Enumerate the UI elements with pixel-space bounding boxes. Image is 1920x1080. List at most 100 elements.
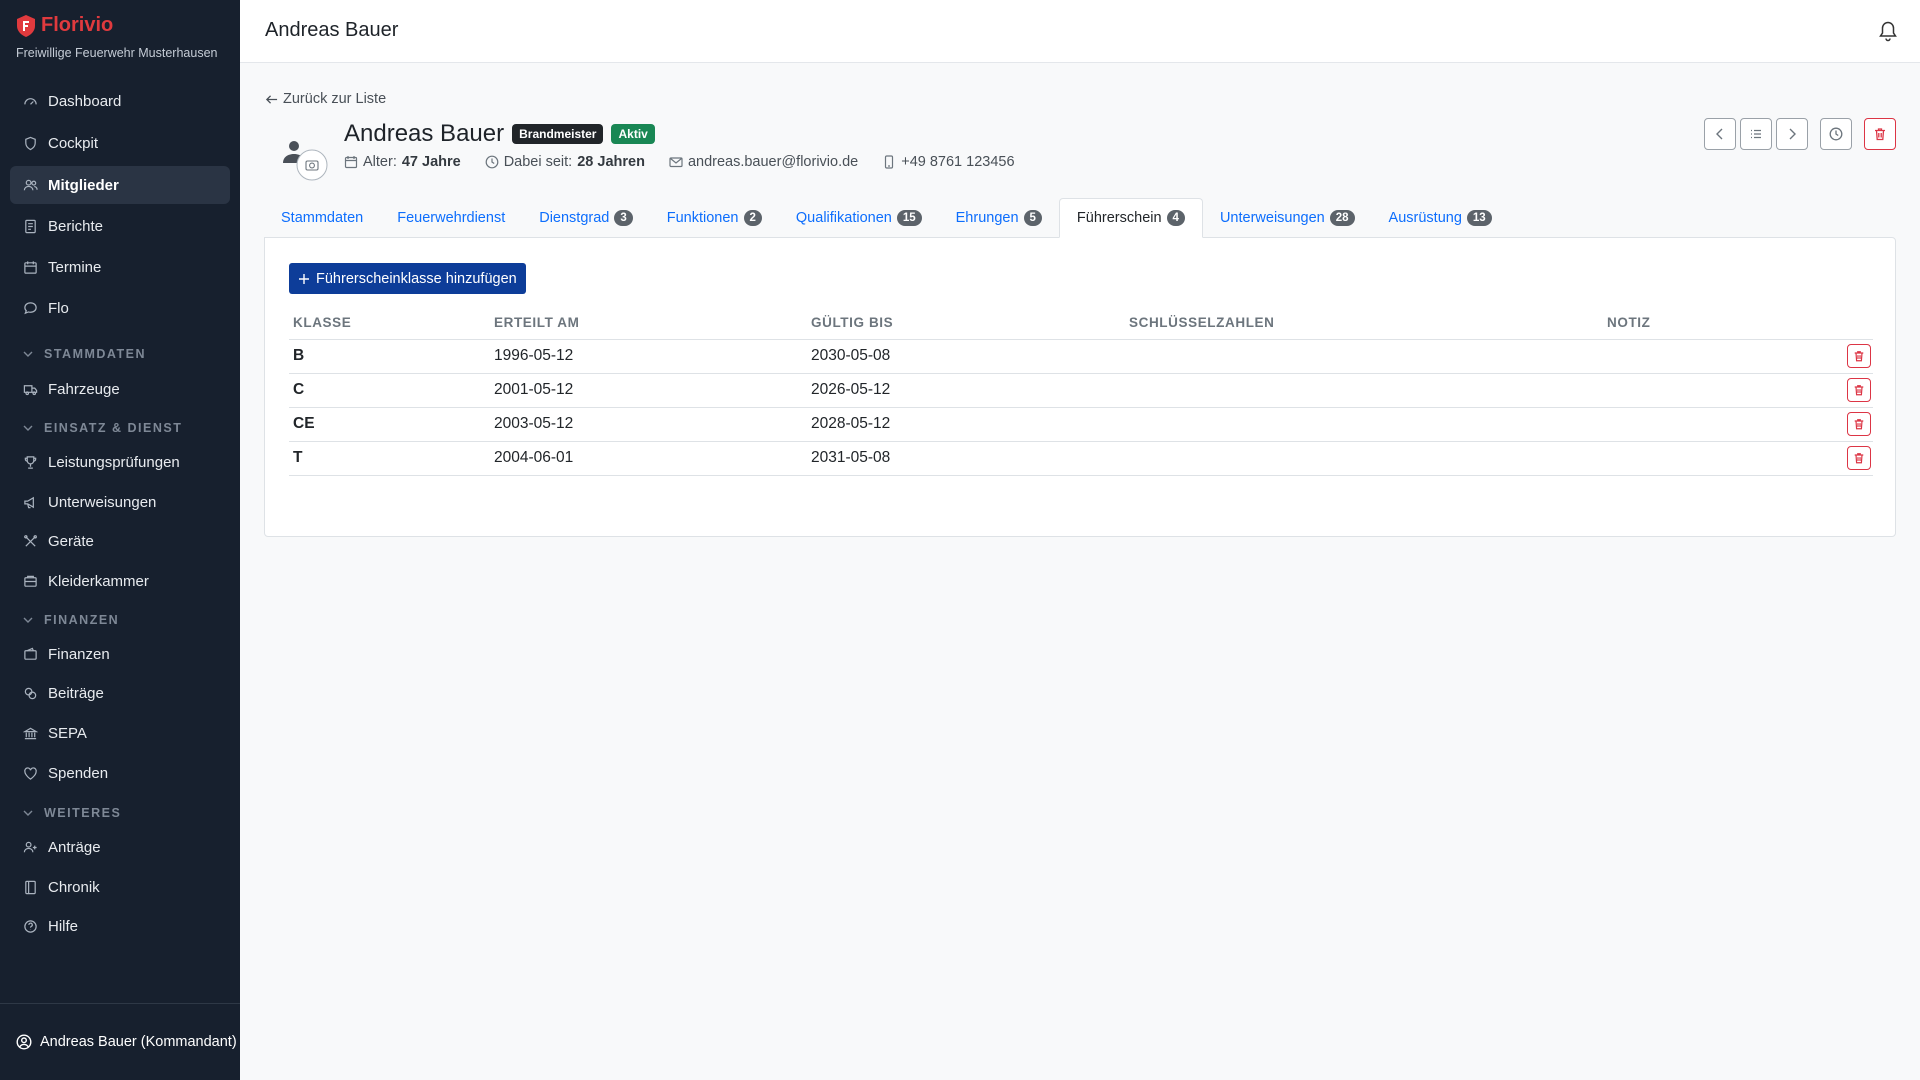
sidebar-item-label: Hilfe xyxy=(48,917,79,935)
sidebar-item-kleiderkammer[interactable]: Kleiderkammer xyxy=(10,562,230,600)
sidebar-item-finanzen[interactable]: Finanzen xyxy=(10,635,230,673)
next-member-button[interactable] xyxy=(1776,118,1808,150)
sidebar-item-leistungspruefungen[interactable]: Leistungsprüfungen xyxy=(10,443,230,481)
delete-row-button[interactable] xyxy=(1847,412,1871,436)
trophy-icon xyxy=(22,454,38,470)
bank-icon xyxy=(22,725,38,741)
tab-qualifikationen[interactable]: Qualifikationen 15 xyxy=(779,198,939,238)
member-list-button[interactable] xyxy=(1740,118,1772,150)
back-to-list-link[interactable]: Zurück zur Liste xyxy=(265,91,386,107)
sidebar-item-flo[interactable]: Flo xyxy=(10,289,230,327)
book-icon xyxy=(22,879,38,895)
chevron-down-icon xyxy=(23,351,33,357)
delete-row-button[interactable] xyxy=(1847,378,1871,402)
trash-icon xyxy=(1854,351,1864,362)
sidebar-item-chronik[interactable]: Chronik xyxy=(10,868,230,906)
top-header: Andreas Bauer xyxy=(240,0,1920,63)
column-header-notiz: NOTIZ xyxy=(1603,307,1833,340)
section-toggle-finanzen[interactable]: FINANZEN xyxy=(22,613,119,627)
table-row: B 1996-05-12 2030-05-08 xyxy=(289,339,1873,374)
tab-label: Dienstgrad xyxy=(539,210,610,226)
tab-unterweisungen[interactable]: Unterweisungen 28 xyxy=(1203,198,1372,238)
brand[interactable]: Florivio xyxy=(17,14,113,37)
column-header-erteilt-am: ERTEILT AM xyxy=(490,307,807,340)
person-add-icon xyxy=(22,839,38,855)
license-class: CE xyxy=(289,407,490,442)
tab-ehrungen[interactable]: Ehrungen 5 xyxy=(939,198,1059,238)
note xyxy=(1603,407,1833,442)
sidebar-item-label: Spenden xyxy=(48,764,109,782)
sidebar-item-mitglieder[interactable]: Mitglieder xyxy=(10,166,230,204)
section-title: EINSATZ & DIENST xyxy=(44,421,183,435)
sidebar-item-geraete[interactable]: Geräte xyxy=(10,522,230,560)
sidebar-item-unterweisungen[interactable]: Unterweisungen xyxy=(10,483,230,521)
section-toggle-weiteres[interactable]: WEITERES xyxy=(22,806,121,820)
delete-row-button[interactable] xyxy=(1847,446,1871,470)
status-badge: Aktiv xyxy=(611,124,655,144)
member-name: Andreas Bauer xyxy=(344,120,505,147)
sidebar-item-label: Berichte xyxy=(48,217,104,235)
coins-icon xyxy=(22,685,38,701)
history-button[interactable] xyxy=(1820,118,1852,150)
license-class: B xyxy=(289,339,490,374)
sidebar-item-spenden[interactable]: Spenden xyxy=(10,754,230,792)
trash-icon xyxy=(1854,453,1864,464)
add-license-class-button[interactable]: Führerscheinklasse hinzufügen xyxy=(289,263,526,294)
sidebar-item-dashboard[interactable]: Dashboard xyxy=(10,82,230,120)
tab-ausruestung[interactable]: Ausrüstung 13 xyxy=(1372,198,1509,238)
column-header-klasse: KLASSE xyxy=(289,307,490,340)
sidebar-item-hilfe[interactable]: Hilfe xyxy=(10,907,230,945)
previous-member-button[interactable] xyxy=(1704,118,1736,150)
bell-icon[interactable] xyxy=(1878,20,1898,42)
box-icon xyxy=(22,573,38,589)
tab-label: Stammdaten xyxy=(281,210,364,226)
email-info[interactable]: andreas.bauer@florivio.de xyxy=(669,154,858,170)
phone-icon xyxy=(885,155,894,169)
tab-label: Feuerwehrdienst xyxy=(397,210,506,226)
delete-member-button[interactable] xyxy=(1864,118,1896,150)
tab-count-badge: 5 xyxy=(1023,210,1042,226)
calendar-icon xyxy=(344,156,358,169)
section-toggle-stammdaten[interactable]: STAMMDATEN xyxy=(22,347,146,361)
sidebar-item-label: SEPA xyxy=(48,724,87,742)
section-toggle-einsatz-dienst[interactable]: EINSATZ & DIENST xyxy=(22,421,182,435)
tab-count-badge: 13 xyxy=(1466,210,1492,226)
tab-feuerwehrdienst[interactable]: Feuerwehrdienst xyxy=(380,198,522,238)
tab-label: Ausrüstung xyxy=(1388,210,1462,226)
issued-date: 1996-05-12 xyxy=(490,339,807,374)
tab-fuehrerschein[interactable]: Führerschein 4 xyxy=(1058,198,1203,238)
table-row: CE 2003-05-12 2028-05-12 xyxy=(289,407,1873,442)
organization-name: Freiwillige Feuerwehr Musterhausen xyxy=(16,46,218,60)
phone-value: +49 8761 123456 xyxy=(901,154,1015,170)
sidebar-item-termine[interactable]: Termine xyxy=(10,248,230,286)
note xyxy=(1603,373,1833,408)
valid-until-date: 2031-05-08 xyxy=(807,441,1125,476)
chevron-left-icon xyxy=(1716,128,1723,140)
tab-count-badge: 4 xyxy=(1166,210,1185,226)
phone-info[interactable]: +49 8761 123456 xyxy=(882,154,1015,170)
sidebar-item-antraege[interactable]: Anträge xyxy=(10,828,230,866)
document-icon xyxy=(22,218,38,234)
tab-label: Funktionen xyxy=(666,210,739,226)
sidebar-item-label: Kleiderkammer xyxy=(48,572,149,590)
sidebar-item-label: Cockpit xyxy=(48,134,99,152)
shield-icon xyxy=(22,135,38,151)
chat-icon xyxy=(22,300,38,316)
tab-dienstgrad[interactable]: Dienstgrad 3 xyxy=(522,198,650,238)
sidebar-item-cockpit[interactable]: Cockpit xyxy=(10,124,230,162)
plus-icon xyxy=(299,273,309,284)
tab-funktionen[interactable]: Funktionen 2 xyxy=(650,198,779,238)
chevron-right-icon xyxy=(1789,128,1796,140)
sidebar-item-beitraege[interactable]: Beiträge xyxy=(10,674,230,712)
sidebar-item-berichte[interactable]: Berichte xyxy=(10,207,230,245)
tab-stammdaten[interactable]: Stammdaten xyxy=(264,198,380,238)
tab-label: Qualifikationen xyxy=(795,210,892,226)
delete-row-button[interactable] xyxy=(1847,344,1871,368)
avatar-placeholder-icon[interactable] xyxy=(280,133,330,183)
sidebar-item-sepa[interactable]: SEPA xyxy=(10,714,230,752)
sidebar-item-label: Leistungsprüfungen xyxy=(48,453,180,471)
user-menu[interactable]: Andreas Bauer (Kommandant) xyxy=(16,1034,237,1050)
sidebar-item-fahrzeuge[interactable]: Fahrzeuge xyxy=(10,370,230,408)
section-title: STAMMDATEN xyxy=(44,347,147,361)
sidebar-item-label: Fahrzeuge xyxy=(48,380,120,398)
